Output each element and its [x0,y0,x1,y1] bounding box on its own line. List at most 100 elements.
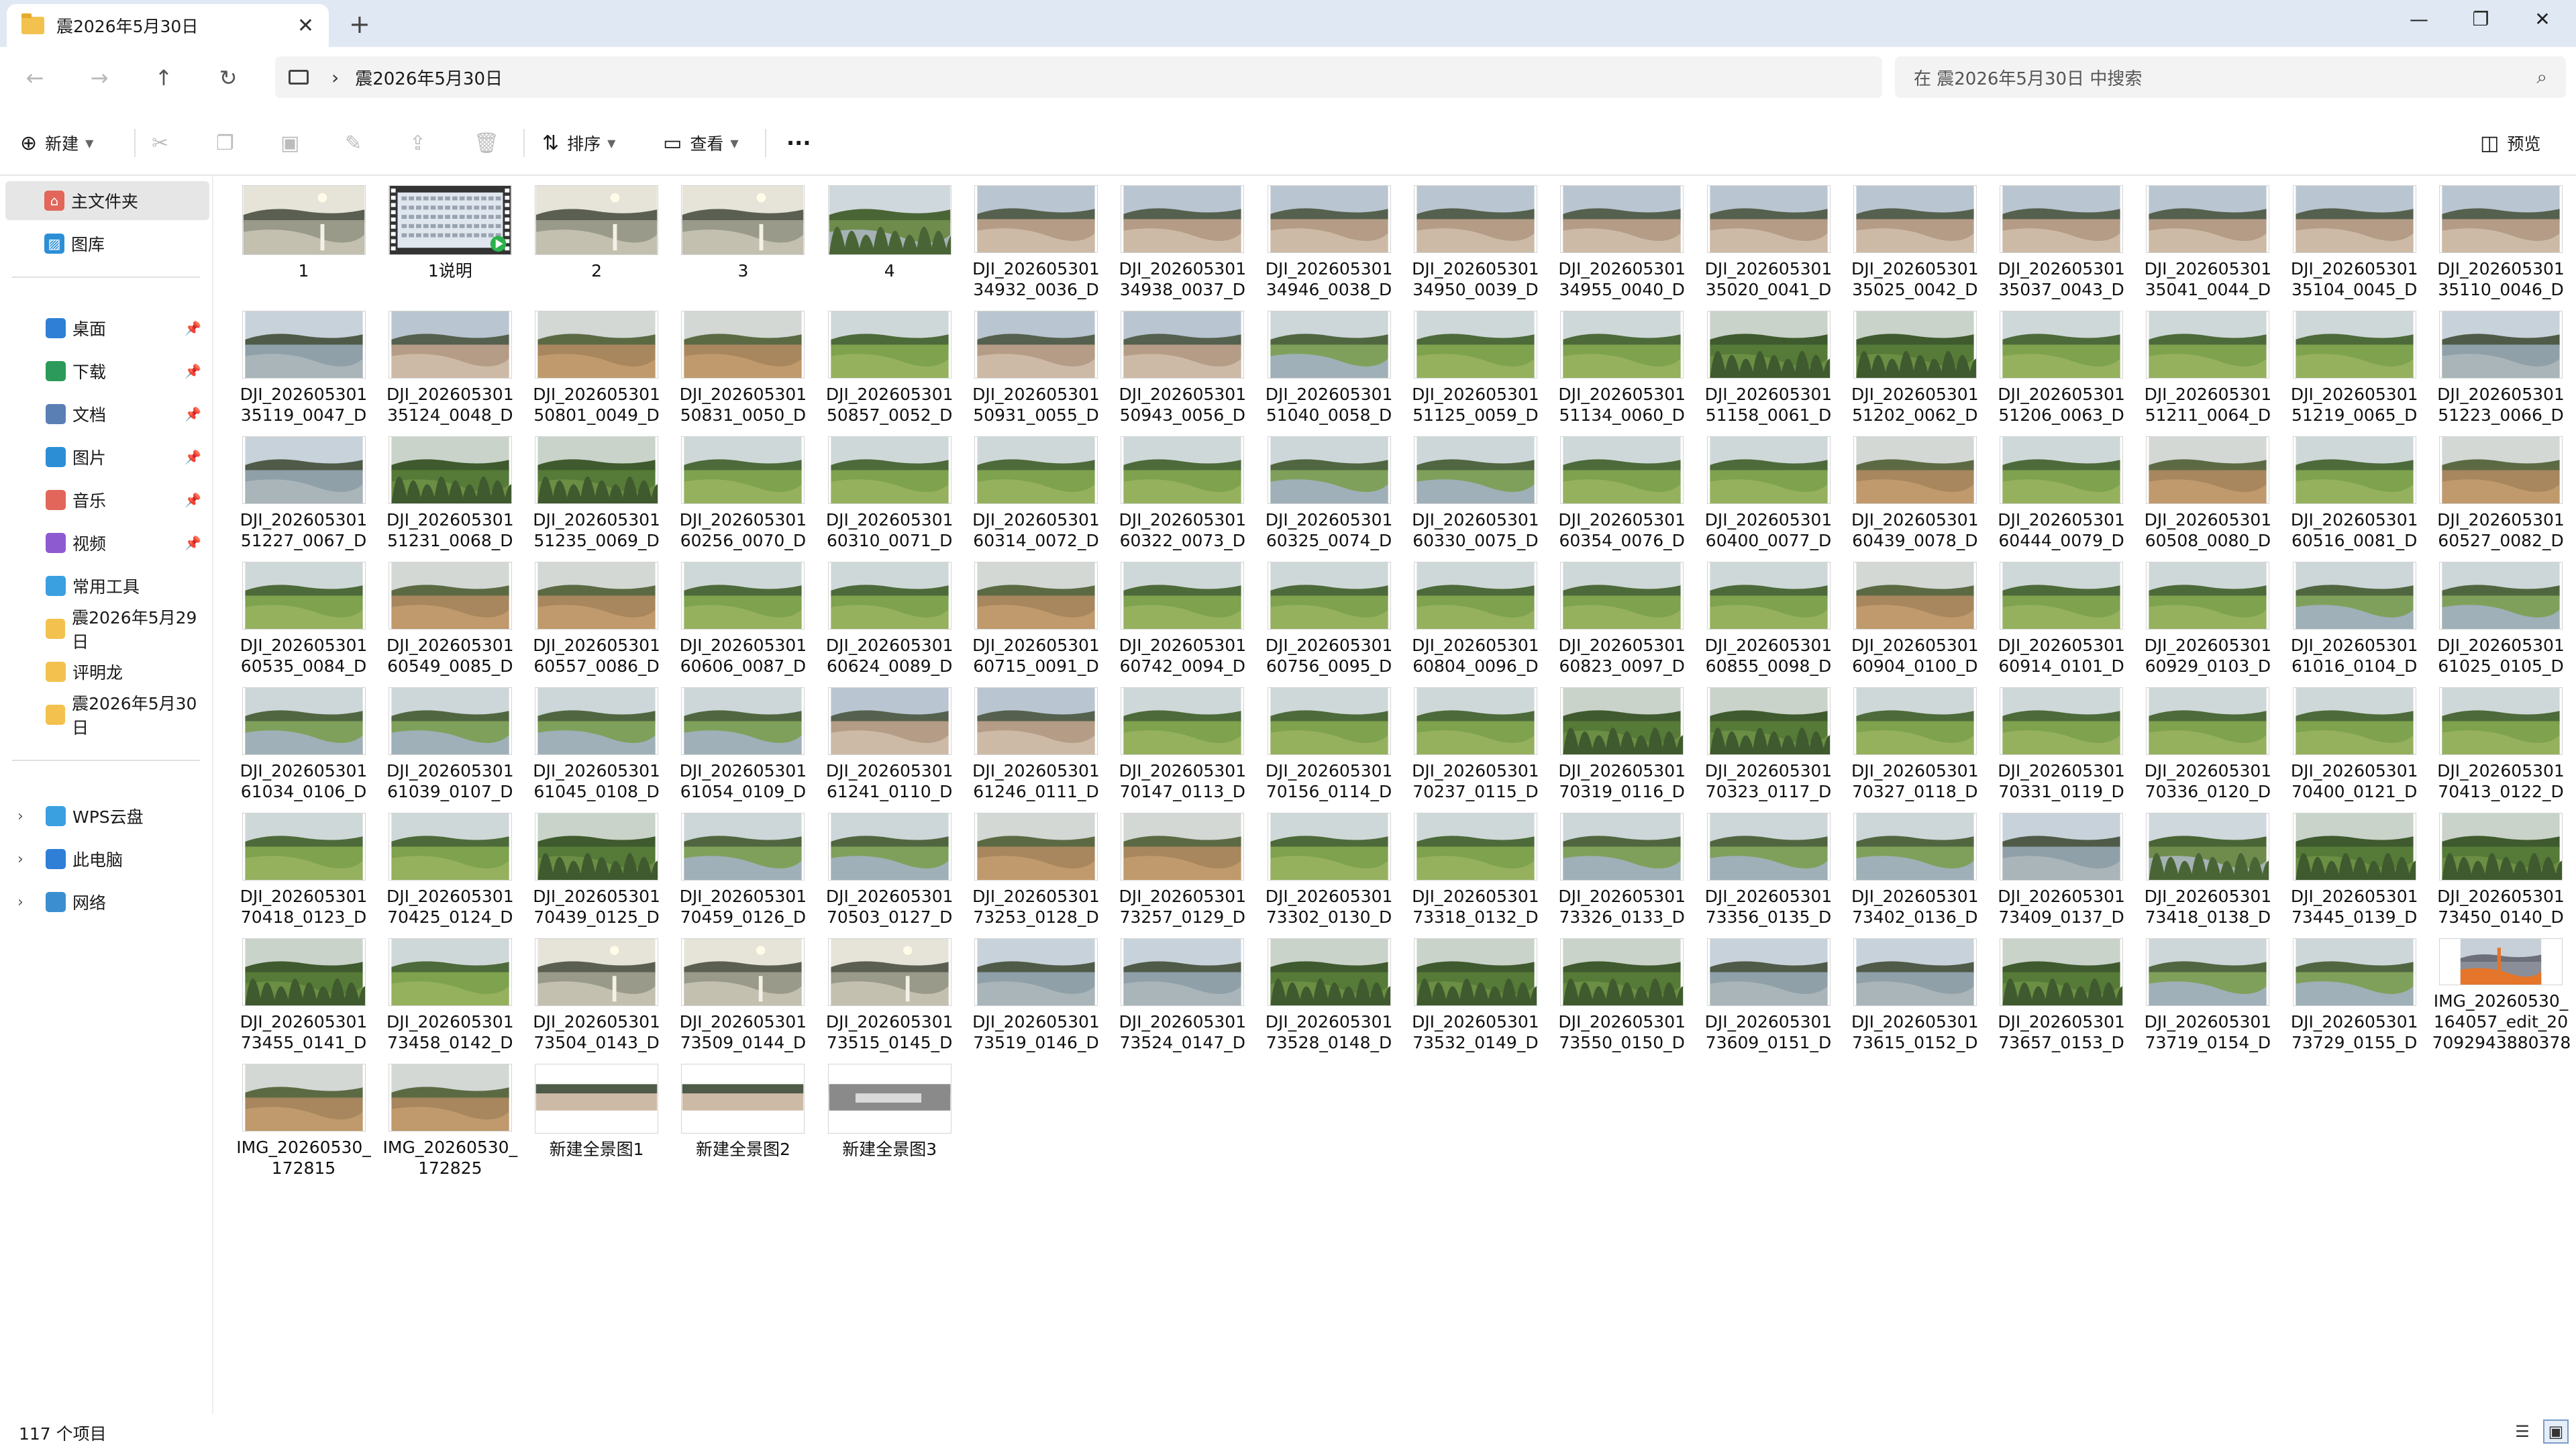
file-item[interactable]: DJI_202605301 60516_0081_D [2285,427,2423,551]
file-item[interactable]: DJI_202605301 60400_0077_D [1700,427,1837,551]
copy-icon[interactable]: ❐ [216,126,242,160]
file-item[interactable]: DJI_202605301 50943_0056_D [1114,301,1251,426]
sidebar-item-folder[interactable]: 常用工具 [5,566,209,605]
file-item[interactable]: DJI_202605301 51125_0059_D [1406,301,1544,426]
file-item[interactable]: DJI_202605301 34946_0038_D [1260,176,1398,300]
file-item[interactable]: DJI_202605301 70425_0124_D [381,803,519,928]
sidebar-item-location[interactable]: › 网络 [5,883,209,921]
file-item[interactable]: DJI_202605301 70336_0120_D [2139,678,2277,802]
sort-button[interactable]: ⇅ 排序 ▼ [542,126,615,160]
file-item[interactable]: DJI_202605301 35041_0044_D [2139,176,2277,300]
cut-icon[interactable]: ✂ [152,126,176,160]
file-item[interactable]: IMG_20260530_ 172825 [381,1054,519,1179]
file-item[interactable]: DJI_202605301 60823_0097_D [1553,552,1691,677]
file-item[interactable]: DJI_202605301 34955_0040_D [1553,176,1691,300]
file-item[interactable]: DJI_202605301 60624_0089_D [821,552,958,677]
file-item[interactable]: DJI_202605301 60715_0091_D [968,552,1105,677]
view-button[interactable]: ▭ 查看 ▼ [663,126,739,160]
new-button[interactable]: ⊕ 新建 ▼ [20,126,93,160]
file-item[interactable]: DJI_202605301 73550_0150_D [1553,929,1691,1053]
file-item[interactable]: 1 [235,176,372,300]
file-item[interactable]: DJI_202605301 51231_0068_D [381,427,519,551]
maximize-button[interactable]: ❐ [2451,0,2511,38]
file-item[interactable]: DJI_202605301 60444_0079_D [1993,427,2130,551]
file-item[interactable]: DJI_202605301 35110_0046_D [2432,176,2570,300]
tab-current-folder[interactable]: 震2026年5月30日 ✕ [7,4,329,47]
file-item[interactable]: DJI_202605301 60527_0082_D [2432,427,2570,551]
file-item[interactable]: DJI_202605301 35037_0043_D [1993,176,2130,300]
refresh-icon[interactable]: ↻ [209,59,247,97]
file-item[interactable]: DJI_202605301 60914_0101_D [1993,552,2130,677]
file-item[interactable]: 新建全景图1 [528,1054,666,1179]
file-item[interactable]: DJI_202605301 70323_0117_D [1700,678,1837,802]
file-item[interactable]: DJI_202605301 73402_0136_D [1846,803,1983,928]
file-item[interactable]: DJI_202605301 73418_0138_D [2139,803,2277,928]
file-item[interactable]: DJI_202605301 35025_0042_D [1846,176,1983,300]
file-item[interactable]: 2 [528,176,666,300]
search-input[interactable]: 在 震2026年5月30日 中搜索 ⌕ [1895,56,2566,98]
sidebar-item-quick[interactable]: 桌面 📌 [5,309,209,348]
file-item[interactable]: DJI_202605301 60855_0098_D [1700,552,1837,677]
file-item[interactable]: DJI_202605301 70418_0123_D [235,803,372,928]
expand-chevron-icon[interactable]: › [17,894,23,911]
file-item[interactable]: DJI_202605301 51223_0066_D [2432,301,2570,426]
breadcrumb-current[interactable]: 震2026年5月30日 [355,65,503,90]
sidebar-item-quick[interactable]: 图片 📌 [5,438,209,477]
file-item[interactable]: DJI_202605301 60549_0085_D [381,552,519,677]
file-item[interactable]: DJI_202605301 34938_0037_D [1114,176,1251,300]
file-item[interactable]: DJI_202605301 73326_0133_D [1553,803,1691,928]
file-item[interactable]: DJI_202605301 61016_0104_D [2285,552,2423,677]
file-item[interactable]: DJI_202605301 60322_0073_D [1114,427,1251,551]
file-item[interactable]: 4 [821,176,958,300]
file-item[interactable]: DJI_202605301 73729_0155_D [2285,929,2423,1053]
file-item[interactable]: DJI_202605301 73504_0143_D [528,929,666,1053]
back-arrow-icon[interactable]: ← [16,59,54,97]
file-item[interactable]: DJI_202605301 51202_0062_D [1846,301,1983,426]
file-item[interactable]: IMG_20260530_ 164057_edit_20 7092943880378 [2432,929,2571,1053]
file-item[interactable]: DJI_202605301 35020_0041_D [1700,176,1837,300]
file-item[interactable]: DJI_202605301 50831_0050_D [674,301,812,426]
details-view-icon[interactable]: ☰ [2510,1419,2535,1444]
file-item[interactable]: 3 [674,176,812,300]
preview-pane-button[interactable]: ◫ 预览 [2480,126,2540,160]
file-item[interactable]: DJI_202605301 73455_0141_D [235,929,372,1053]
file-item[interactable]: DJI_202605301 35119_0047_D [235,301,372,426]
file-item[interactable]: DJI_202605301 61045_0108_D [528,678,666,802]
file-item[interactable]: DJI_202605301 73409_0137_D [1993,803,2130,928]
file-item[interactable]: DJI_202605301 61034_0106_D [235,678,372,802]
up-arrow-icon[interactable]: ↑ [145,59,183,97]
file-item[interactable]: DJI_202605301 73445_0139_D [2285,803,2423,928]
file-item[interactable]: DJI_202605301 60904_0100_D [1846,552,1983,677]
file-item[interactable]: DJI_202605301 73515_0145_D [821,929,958,1053]
file-item[interactable]: DJI_202605301 70156_0114_D [1260,678,1398,802]
file-item[interactable]: DJI_202605301 73609_0151_D [1700,929,1837,1053]
file-item[interactable]: DJI_202605301 51211_0064_D [2139,301,2277,426]
expand-chevron-icon[interactable]: › [17,808,23,825]
file-item[interactable]: DJI_202605301 73615_0152_D [1846,929,1983,1053]
chevron-right-icon[interactable]: › [331,66,339,89]
expand-chevron-icon[interactable]: › [17,851,23,868]
sidebar-item-location[interactable]: › WPS云盘 [5,797,209,836]
file-item[interactable]: DJI_202605301 73458_0142_D [381,929,519,1053]
file-item[interactable]: DJI_202605301 60354_0076_D [1553,427,1691,551]
file-item[interactable]: DJI_202605301 61054_0109_D [674,678,812,802]
file-item[interactable]: DJI_202605301 70147_0113_D [1114,678,1251,802]
rename-icon[interactable]: ✎ [345,126,370,160]
sidebar-item-home[interactable]: ⌂ 主文件夹 [5,181,209,220]
file-item[interactable]: DJI_202605301 73257_0129_D [1114,803,1251,928]
file-item[interactable]: DJI_202605301 70237_0115_D [1406,678,1544,802]
file-item[interactable]: DJI_202605301 73356_0135_D [1700,803,1837,928]
share-icon[interactable]: ⇪ [409,126,434,160]
file-item[interactable]: DJI_202605301 73524_0147_D [1114,929,1251,1053]
large-icons-view-icon[interactable]: ▣ [2543,1419,2569,1444]
file-item[interactable]: DJI_202605301 70459_0126_D [674,803,812,928]
sidebar-item-quick[interactable]: 下载 📌 [5,352,209,391]
file-item[interactable]: DJI_202605301 60606_0087_D [674,552,812,677]
file-item[interactable]: DJI_202605301 73519_0146_D [968,929,1105,1053]
file-item[interactable]: DJI_202605301 61246_0111_D [968,678,1105,802]
file-item[interactable]: DJI_202605301 51134_0060_D [1553,301,1691,426]
file-item[interactable]: DJI_202605301 70319_0116_D [1553,678,1691,802]
delete-icon[interactable]: 🗑 [474,126,507,160]
file-item[interactable]: DJI_202605301 60756_0095_D [1260,552,1398,677]
file-item[interactable]: DJI_202605301 70327_0118_D [1846,678,1983,802]
